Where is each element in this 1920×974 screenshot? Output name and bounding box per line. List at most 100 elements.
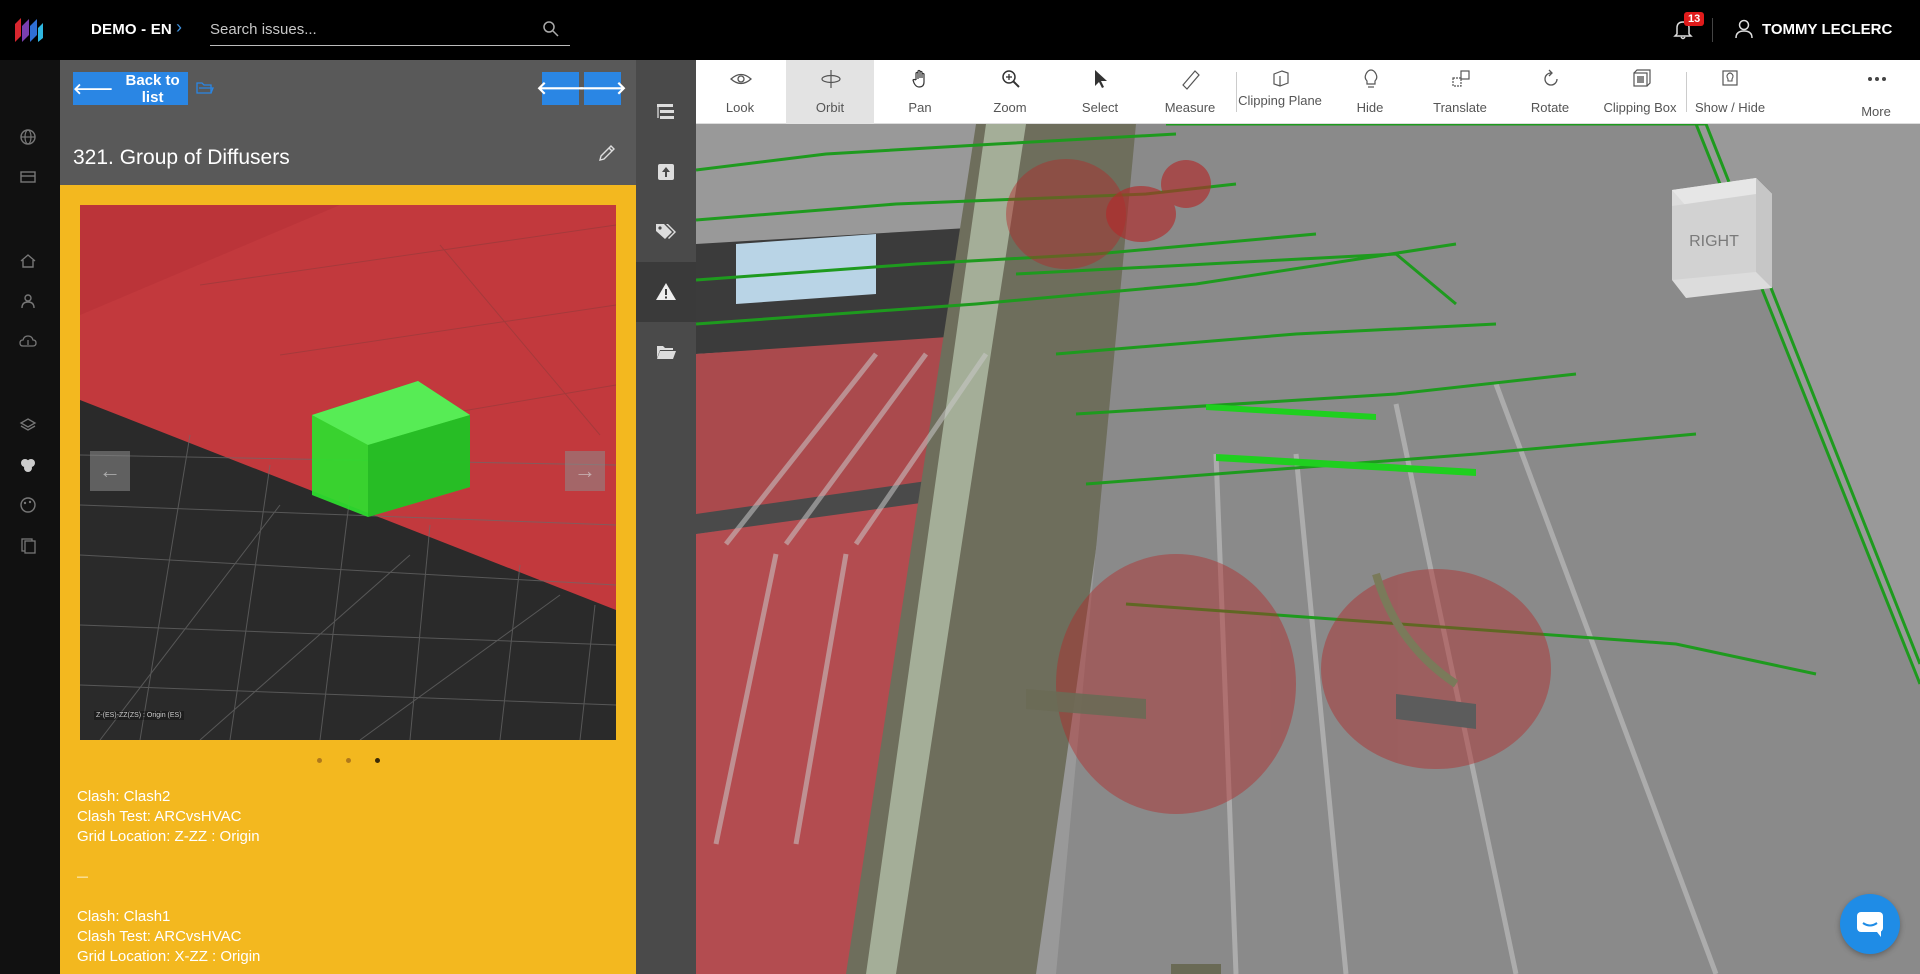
documents-icon[interactable] <box>19 536 37 554</box>
tool-label: Clipping Box <box>1603 100 1677 115</box>
divider <box>1712 18 1713 42</box>
tool-rotate[interactable]: Rotate <box>1506 60 1594 124</box>
globe-icon[interactable] <box>19 128 37 146</box>
search-box <box>210 14 570 46</box>
description-line: Grid Location: X-ZZ : Origin <box>77 948 261 965</box>
back-to-list-label: Back to list <box>125 71 180 106</box>
chevron-right-icon[interactable]: › <box>176 17 182 38</box>
arrow-left-icon: 🡐 <box>73 81 114 98</box>
tags-icon <box>656 224 676 239</box>
clipping-plane-icon <box>1273 70 1289 87</box>
tool-select[interactable]: Select <box>1056 60 1144 124</box>
tool-clipping-plane[interactable]: Clipping Plane <box>1236 60 1324 124</box>
tab-issues[interactable] <box>636 262 696 322</box>
top-bar: DEMO - EN › 13 TOMMY LECLERC <box>0 0 1920 60</box>
tool-look[interactable]: Look <box>696 60 784 124</box>
tool-translate[interactable]: Translate <box>1416 60 1504 124</box>
tool-more[interactable]: More <box>1832 60 1920 124</box>
tool-label: Select <box>1081 100 1119 115</box>
chat-icon <box>1857 912 1883 937</box>
translate-icon <box>1452 70 1470 87</box>
view-cube-face-label: RIGHT <box>1689 233 1739 250</box>
upload-box-icon <box>658 164 674 180</box>
next-issue-button[interactable]: 🡒 <box>578 72 627 105</box>
card-icon[interactable] <box>19 168 37 186</box>
users-icon[interactable] <box>19 292 37 310</box>
tool-label: Show / Hide <box>1694 100 1766 115</box>
issue-description: Clash: Clash2 Clash Test: ARCvsHVAC Grid… <box>77 787 260 967</box>
tool-hide[interactable]: Hide <box>1326 60 1414 124</box>
issue-panel: 🡐 Back to list 🡐 🡒 321. Group of Diffuse… <box>60 60 636 974</box>
arrow-right-icon: 🡒 <box>578 78 627 98</box>
tool-clipping-box[interactable]: Clipping Box <box>1596 60 1684 124</box>
back-to-list-button[interactable]: 🡐 Back to list <box>73 71 188 106</box>
previous-issue-button[interactable]: 🡐 <box>536 72 585 105</box>
user-icon[interactable] <box>1733 18 1755 40</box>
search-icon[interactable] <box>542 20 560 38</box>
carousel-dot-active[interactable] <box>374 758 380 763</box>
carousel-prev-button[interactable]: ← <box>90 451 130 491</box>
pencil-icon[interactable] <box>596 142 618 164</box>
user-name[interactable]: TOMMY LECLERC <box>1762 21 1892 38</box>
tool-label: Pan <box>908 100 932 115</box>
issue-image-carousel: ← → Z-(ES)-ZZ(ZS) : Origin (ES) <box>80 205 616 740</box>
notification-badge[interactable]: 13 <box>1684 12 1705 26</box>
tool-label: Look <box>725 100 755 115</box>
tool-pan[interactable]: Pan <box>876 60 964 124</box>
clash-snapshot-image <box>80 205 616 740</box>
cursor-icon <box>1095 70 1107 88</box>
tab-details[interactable] <box>636 82 696 142</box>
carousel-next-button[interactable]: → <box>565 451 605 491</box>
project-name[interactable]: DEMO - EN <box>91 21 172 38</box>
tool-label: More <box>1861 104 1891 119</box>
rotate-icon <box>1544 69 1558 86</box>
tool-label: Hide <box>1356 100 1384 115</box>
description-line: Clash Test: ARCvsHVAC <box>77 808 242 825</box>
tab-upload[interactable] <box>636 142 696 202</box>
description-line: Clash: Clash2 <box>77 788 171 805</box>
arrow-left-icon: ← <box>99 458 121 483</box>
tool-label: Clipping Plane <box>1238 93 1322 108</box>
view-cube[interactable]: RIGHT <box>1656 164 1772 304</box>
zoom-icon <box>1002 70 1020 88</box>
clash-detection-icon[interactable] <box>19 456 37 474</box>
tool-show-hide[interactable]: Show / Hide <box>1686 60 1774 124</box>
palette-icon[interactable] <box>19 496 37 514</box>
tool-label: Zoom <box>993 100 1027 115</box>
tool-label: Translate <box>1433 100 1487 115</box>
tool-label: Measure <box>1164 100 1216 115</box>
tool-zoom[interactable]: Zoom <box>966 60 1054 124</box>
folder-open-icon <box>657 346 676 359</box>
eye-icon <box>730 73 752 85</box>
orbit-icon <box>821 70 841 88</box>
carousel-dot[interactable] <box>316 758 322 763</box>
3d-viewer[interactable]: Look Orbit Pan Zoom Select Measure Clipp… <box>696 60 1920 974</box>
tool-measure[interactable]: Measure <box>1146 60 1234 124</box>
tool-orbit[interactable]: Orbit <box>786 60 874 124</box>
layers-icon[interactable] <box>19 416 37 434</box>
app-logo-icon[interactable] <box>12 14 46 46</box>
issue-header: 🡐 Back to list 🡐 🡒 321. Group of Diffuse… <box>60 60 636 185</box>
show-hide-icon <box>1722 70 1738 86</box>
hand-icon <box>912 69 925 88</box>
carousel-dot[interactable] <box>345 758 351 763</box>
warning-icon <box>656 283 676 300</box>
arrow-right-icon: → <box>574 458 596 483</box>
folder-open-icon[interactable] <box>196 80 214 96</box>
tab-files[interactable] <box>636 322 696 382</box>
chat-button[interactable] <box>1840 894 1900 954</box>
home-icon[interactable] <box>19 252 37 270</box>
ruler-icon <box>1182 70 1200 90</box>
bulb-icon <box>1364 69 1378 88</box>
tool-label: Rotate <box>1530 100 1570 115</box>
issue-title: 321. Group of Diffusers <box>73 146 290 169</box>
image-caption: Z-(ES)-ZZ(ZS) : Origin (ES) <box>94 711 184 720</box>
cloud-upload-icon[interactable] <box>19 332 37 350</box>
tab-tags[interactable] <box>636 202 696 262</box>
tool-label: Orbit <box>815 100 845 115</box>
description-line: Clash: Clash1 <box>77 908 171 925</box>
search-input[interactable] <box>210 14 530 44</box>
carousel-dots <box>60 750 636 763</box>
description-line: Grid Location: Z-ZZ : Origin <box>77 828 260 845</box>
list-tree-icon <box>657 104 674 119</box>
